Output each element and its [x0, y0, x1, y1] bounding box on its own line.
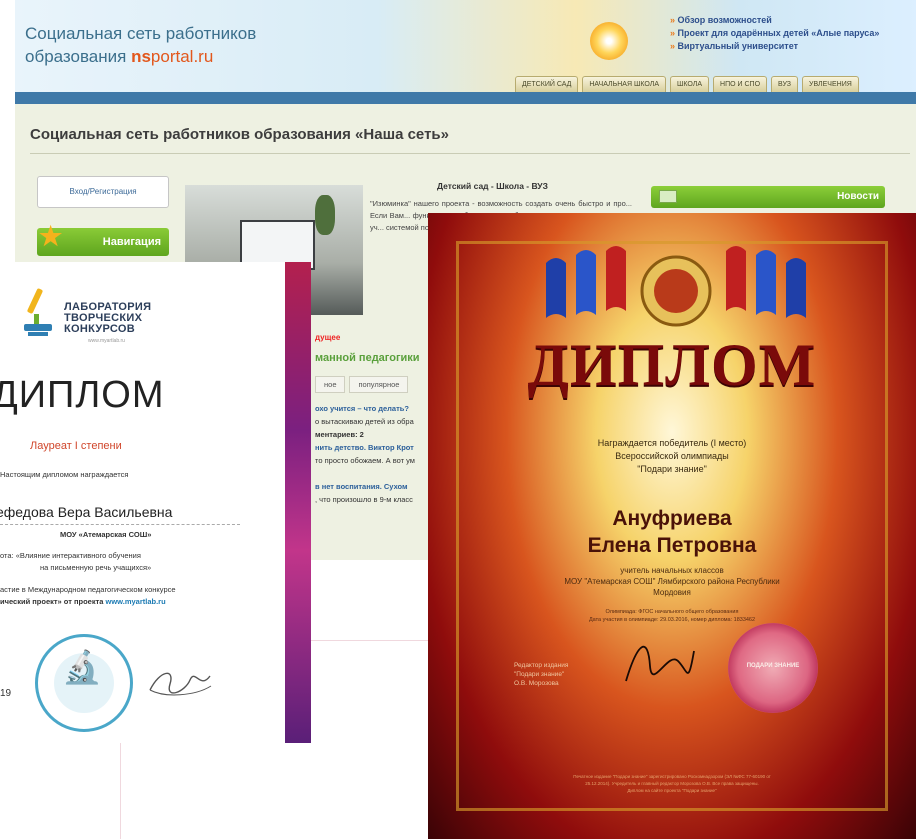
diploma-title: ДИПЛОМ	[0, 374, 165, 416]
contest-text: астие в Международном педагогическом кон…	[0, 585, 176, 606]
star-icon: ★	[39, 221, 63, 251]
footnote: Печатное издание "Подари знание" зарегис…	[573, 774, 771, 793]
awardee-name: ефедова Вера Васильевна	[0, 504, 173, 520]
post-title[interactable]: нить детство. Виктор Крот	[315, 441, 415, 454]
logo-line-1: Социальная сеть работников	[25, 24, 257, 43]
tab-hobbies[interactable]: УВЛЕЧЕНИЯ	[802, 76, 859, 92]
tab-university[interactable]: ВУЗ	[771, 76, 798, 92]
tab-npo-spo[interactable]: НПО И СПО	[713, 76, 768, 92]
recipient-name: Ануфриева Елена Петровна	[587, 507, 757, 557]
post-title[interactable]: охо учится – что делать?	[315, 402, 415, 415]
olympiad-details: Олимпиада: ФГОС начального общего образо…	[588, 609, 756, 623]
news-header[interactable]: Новости	[651, 186, 885, 208]
promo-link[interactable]: Проект для одарённых детей «Алые паруса»	[670, 27, 880, 40]
awarded-text: Настоящим дипломом награждается	[0, 470, 129, 479]
navigation-header[interactable]: ★ Навигация	[37, 222, 169, 256]
article-heading: Детский сад - Школа - ВУЗ	[437, 181, 548, 191]
post-title[interactable]: в нет воспитания. Сухом	[315, 480, 415, 493]
microscope-logo-icon	[24, 288, 52, 336]
diploma-title: ДИПЛОМ	[527, 332, 817, 398]
dashed-line	[0, 524, 240, 525]
lab-url: www.myartlab.ru	[88, 338, 125, 344]
post-meta: ментариев: 2	[315, 430, 364, 439]
section-label: дущее	[315, 333, 341, 342]
decorative-edge	[285, 262, 311, 743]
diploma-winner: ДИПЛОМ Награждается победитель (I место)…	[428, 213, 916, 839]
lab-title: ЛАБОРАТОРИЯ ТВОРЧЕСКИХ КОНКУРСОВ	[64, 301, 152, 335]
section-tabs: ДЕТСКИЙ САД НАЧАЛЬНАЯ ШКОЛА ШКОЛА НПО И …	[515, 76, 859, 92]
post-excerpt: о вытаскиваю детей из обра	[315, 417, 414, 426]
school-name: МОУ «Атемарская СОШ»	[60, 530, 152, 539]
work-title: ота: «Влияние интерактивного обучения на…	[0, 551, 152, 572]
flags-emblem-icon	[546, 246, 806, 327]
section-heading[interactable]: манной педагогики	[315, 352, 420, 364]
post-list: охо учится – что делать? о вытаскиваю де…	[315, 402, 415, 506]
promo-link[interactable]: Виртуальный университет	[670, 40, 879, 53]
recipient-position: учитель начальных классов МОУ "Атемарска…	[564, 566, 780, 597]
signature	[625, 645, 695, 682]
news-label: Новости	[837, 191, 879, 202]
year: 19	[0, 688, 12, 699]
promo-links: Обзор возможностей Проект для одарённых …	[670, 14, 880, 53]
tab-primary-school[interactable]: НАЧАЛЬНАЯ ШКОЛА	[582, 76, 666, 92]
stamp: ПОДАРИ ЗНАНИЕ	[728, 623, 818, 713]
post-excerpt: , что произошло в 9-м класс	[315, 495, 413, 504]
diploma-laureate: ЛАБОРАТОРИЯ ТВОРЧЕСКИХ КОНКУРСОВ www.mya…	[0, 262, 311, 743]
section-tabs-small: ное популярное	[315, 376, 409, 393]
divider	[30, 153, 910, 154]
logo-line-2: образования nsportal.ru	[25, 47, 214, 66]
plant	[315, 195, 335, 235]
tab-kindergarten[interactable]: ДЕТСКИЙ САД	[515, 76, 579, 92]
post-spacer	[315, 467, 415, 480]
award-text: Награждается победитель (I место) Всерос…	[597, 438, 747, 474]
login-button[interactable]: Вход/Регистрация	[37, 176, 169, 208]
header-bar	[15, 92, 916, 104]
page-title: Социальная сеть работников образования «…	[30, 126, 449, 143]
signature	[149, 672, 212, 696]
promo-link[interactable]: Обзор возможностей	[670, 14, 879, 27]
sun-decoration	[590, 22, 628, 60]
lab-seal: 🔬	[35, 634, 133, 732]
microscope-icon: 🔬	[62, 649, 102, 685]
tab-school[interactable]: ШКОЛА	[670, 76, 710, 92]
news-icon	[659, 190, 677, 203]
tab-popular[interactable]: популярное	[349, 376, 409, 393]
laureate-label: Лауреат I степени	[30, 440, 122, 452]
site-header: Социальная сеть работников образования n…	[15, 0, 916, 92]
editor-info: Редактор издания "Подари знание" О.В. Мо…	[514, 662, 569, 687]
tab-new[interactable]: ное	[315, 376, 346, 393]
post-excerpt: то просто обожаем. А вот ум	[315, 456, 415, 465]
navigation-label: Навигация	[102, 236, 161, 248]
site-logo[interactable]: Социальная сеть работников образования n…	[25, 22, 256, 68]
collage: Социальная сеть работников образования n…	[0, 0, 916, 839]
